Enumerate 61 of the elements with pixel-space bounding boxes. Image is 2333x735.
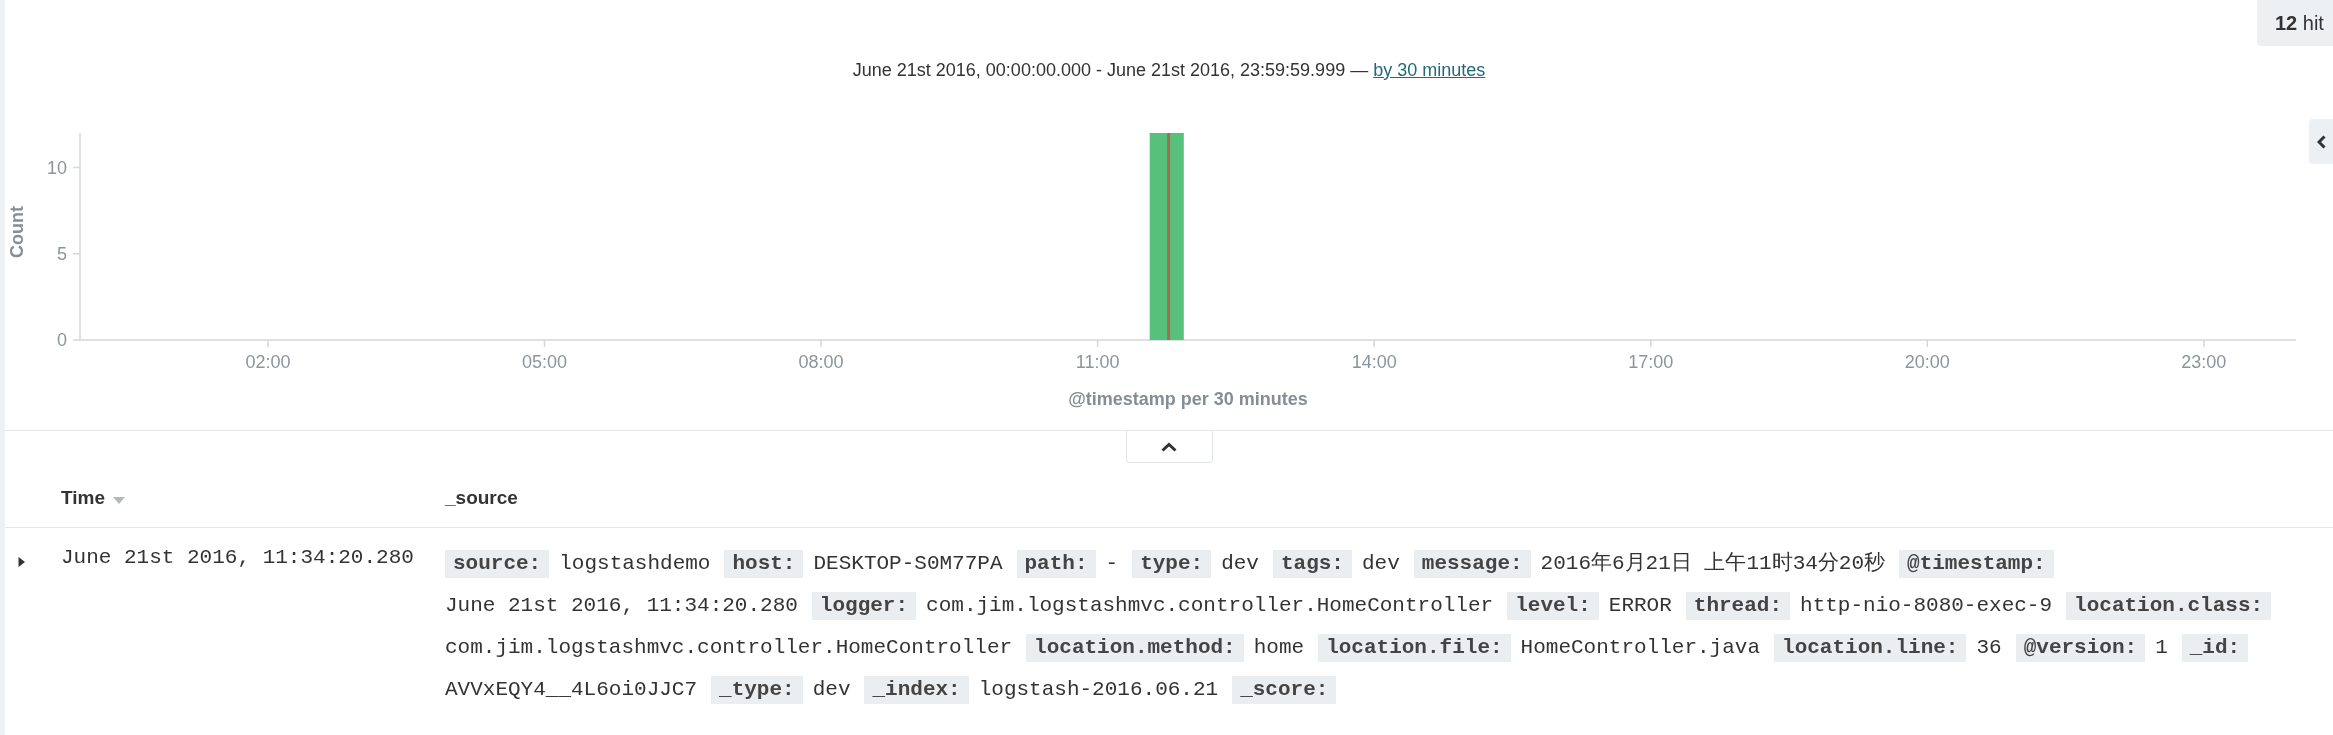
field-value: ERROR (1608, 593, 1672, 619)
hits-count: 12 hit (2257, 0, 2333, 46)
axis-tick-label: 0 (57, 330, 67, 350)
axis-tick-label: 17:00 (1628, 352, 1674, 372)
field-label: level: (1507, 592, 1599, 620)
field-value: AVVxEQY4__4L6oi0JJC7 (445, 677, 698, 703)
field-label: _type: (711, 676, 803, 704)
field-label: _score: (1232, 676, 1337, 704)
field-label: location.method: (1026, 634, 1244, 662)
field-value: June 21st 2016, 11:34:20.280 (445, 593, 798, 619)
axis-tick-label: 20:00 (1904, 352, 1950, 372)
sort-caret-icon[interactable] (113, 496, 125, 504)
field-value: 1 (2155, 635, 2168, 661)
field-value: 36 (1976, 635, 2002, 661)
field-label: tags: (1272, 550, 1352, 578)
field-label: @timestamp: (1899, 550, 2054, 578)
field-label: location.file: (1318, 634, 1511, 662)
field-value: com.jim.logstashmvc.controller.HomeController (445, 635, 1013, 661)
axis-tick-label: 05:00 (522, 352, 568, 372)
field-value: 2016年6月21日 上午11时34分20秒 (1540, 550, 1886, 577)
field-label: message: (1413, 550, 1531, 578)
axis-tick-label: 23:00 (2181, 352, 2227, 372)
field-label: _id: (2181, 634, 2249, 662)
expand-toggle-icon[interactable] (17, 556, 26, 568)
field-label: location.class: (2066, 592, 2272, 620)
field-value: logstashdemo (559, 551, 711, 577)
axis-tick-label: 10 (46, 157, 67, 178)
axis-tick-label: 02:00 (245, 352, 291, 372)
chevron-left-icon (2316, 134, 2326, 149)
x-axis-title: @timestamp per 30 minutes (1068, 389, 1308, 409)
field-value: HomeController.java (1520, 635, 1761, 661)
field-value: - (1105, 551, 1119, 577)
field-value: com.jim.logstashmvc.controller.HomeController (926, 593, 1494, 619)
y-axis-title: Count (7, 206, 27, 258)
field-label: logger: (811, 592, 917, 620)
field-label: _index: (864, 676, 969, 704)
axis-tick-label: 08:00 (798, 352, 844, 372)
field-label: location.line: (1774, 634, 1967, 662)
column-header: Time (61, 486, 105, 510)
field-value: dev (1361, 551, 1400, 577)
column-header: _source (445, 486, 518, 510)
axis-tick-label: 5 (57, 243, 67, 264)
field-value: dev (812, 677, 851, 703)
field-label: path: (1016, 550, 1096, 578)
field-value: home (1253, 635, 1305, 661)
field-label: source: (445, 550, 550, 578)
axis-tick-label: 11:00 (1075, 352, 1120, 372)
field-label: host: (724, 550, 804, 578)
interval-link[interactable]: by 30 minutes (1373, 60, 1486, 80)
axis-tick-label: 14:00 (1351, 352, 1397, 372)
field-value: dev (1221, 551, 1259, 577)
field-label: thread: (1685, 592, 1791, 620)
field-value: http-nio-8080-exec-9 (1800, 593, 2053, 619)
field-value: logstash-2016.06.21 (978, 677, 1219, 703)
field-label: @version: (2015, 634, 2146, 662)
chevron-up-icon (1161, 441, 1177, 452)
field-label: type: (1132, 550, 1212, 578)
sidebar-toggle-button[interactable] (2309, 119, 2333, 164)
field-value: DESKTOP-S0M77PA (813, 551, 1003, 577)
timestamp-text: June 21st 2016, 11:34:20.280 (61, 546, 414, 569)
time-range-text: June 21st 2016, 00:00:00.000 - June 21st 2016, 23:59:59.999 — by 30 minutes (852, 59, 1486, 82)
